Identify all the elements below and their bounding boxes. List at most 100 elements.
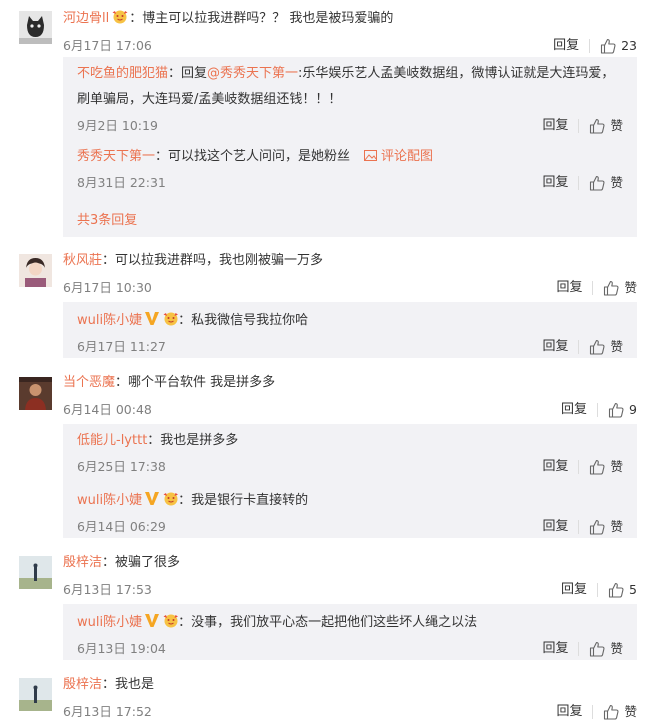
reply-text: ：可以找这个艺人问问，是她粉丝 xyxy=(155,149,351,164)
avatar[interactable] xyxy=(19,11,52,44)
avatar[interactable] xyxy=(19,678,52,711)
reply-author[interactable]: wuli陈小婕 xyxy=(77,615,142,630)
comment-text: ：博主可以拉我进群吗？？ 我也是被玛爱骗的 xyxy=(129,11,394,26)
avatar[interactable] xyxy=(19,377,52,410)
comment-text: ：哪个平台软件 我是拼多多 xyxy=(115,375,276,390)
like-button[interactable]: 赞 xyxy=(589,174,623,192)
reply-button[interactable]: 回复 xyxy=(542,458,568,476)
more-replies-link[interactable]: 共3条回复 xyxy=(77,209,137,228)
comment-time: 6月14日 00:48 xyxy=(63,402,152,417)
reply-time: 6月25日 17:38 xyxy=(77,459,166,474)
reply-time: 8月31日 22:31 xyxy=(77,175,166,190)
reply-author[interactable]: 不吃鱼的肥犯猫 xyxy=(77,66,168,81)
reply-button[interactable]: 回复 xyxy=(556,279,582,297)
divider xyxy=(597,403,599,417)
reply-text: :乐华娱乐艺人孟美岐数据组，微博认证就是大连玛爱， xyxy=(298,66,615,81)
reply-author[interactable]: 低能儿-lyttt xyxy=(77,433,147,448)
like-button[interactable]: 赞 xyxy=(603,279,637,297)
avatar[interactable] xyxy=(19,556,52,589)
reply-button[interactable]: 回复 xyxy=(542,338,568,356)
comment-author[interactable]: 殷梓洁 xyxy=(63,677,102,692)
reply-list: wuli陈小婕 ：没事，我们放平心态一起把他们这些坏人绳之以法 6月13日 19:… xyxy=(63,604,637,660)
like-count: 23 xyxy=(621,38,637,53)
reply-text: ：私我微信号我拉你哈 xyxy=(178,313,309,328)
like-button[interactable]: 赞 xyxy=(603,703,637,721)
like-button[interactable]: 赞 xyxy=(589,518,623,536)
divider xyxy=(578,119,580,133)
reply-button[interactable]: 回复 xyxy=(542,518,568,536)
reply-author[interactable]: wuli陈小婕 xyxy=(77,313,142,328)
like-button[interactable]: 5 xyxy=(608,581,637,599)
reply-button[interactable]: 回复 xyxy=(542,174,568,192)
comment-author[interactable]: 殷梓洁 xyxy=(63,555,102,570)
reply-list: 不吃鱼的肥犯猫：回复@秀秀天下第一:乐华娱乐艺人孟美岐数据组，微博认证就是大连玛… xyxy=(63,57,637,237)
reply-button[interactable]: 回复 xyxy=(542,640,568,658)
divider xyxy=(578,340,580,354)
divider xyxy=(592,281,594,295)
comment-time: 6月17日 10:30 xyxy=(63,280,152,295)
reply-author[interactable]: 秀秀天下第一 xyxy=(77,149,155,164)
avatar[interactable] xyxy=(19,254,52,287)
fan-badge-icon xyxy=(111,8,129,24)
reply-text: ：我是银行卡直接转的 xyxy=(178,493,309,508)
verified-fan-badge-icon xyxy=(144,310,178,326)
reply-text: ：我也是拼多多 xyxy=(147,433,239,448)
comment-time: 6月17日 17:06 xyxy=(63,38,152,53)
reply-button[interactable]: 回复 xyxy=(556,703,582,721)
reply-item: 低能儿-lyttt：我也是拼多多 6月25日 17:38 回复 赞 xyxy=(77,432,623,476)
comment-time: 6月13日 17:53 xyxy=(63,582,152,597)
like-button[interactable]: 23 xyxy=(600,37,637,55)
reply-list: wuli陈小婕 ：私我微信号我拉你哈 6月17日 11:27 回复 赞 xyxy=(63,302,637,358)
thumbs-up-icon xyxy=(589,641,605,657)
like-button[interactable]: 赞 xyxy=(589,338,623,356)
reply-button[interactable]: 回复 xyxy=(561,401,587,419)
verified-fan-badge-icon xyxy=(144,612,178,628)
like-label: 赞 xyxy=(624,280,637,295)
like-button[interactable]: 赞 xyxy=(589,458,623,476)
reply-item: 不吃鱼的肥犯猫：回复@秀秀天下第一:乐华娱乐艺人孟美岐数据组，微博认证就是大连玛… xyxy=(77,65,623,135)
comment-text: ：可以拉我进群吗，我也刚被骗一万多 xyxy=(102,253,324,268)
like-label: 赞 xyxy=(610,459,623,474)
thumbs-up-icon xyxy=(589,118,605,134)
like-button[interactable]: 赞 xyxy=(589,117,623,135)
divider xyxy=(589,39,591,53)
reply-time: 6月13日 19:04 xyxy=(77,641,166,656)
reply-author[interactable]: wuli陈小婕 xyxy=(77,493,142,508)
comment-author[interactable]: 河边骨ll xyxy=(63,11,109,26)
reply-prefix: ：回复 xyxy=(168,66,208,81)
reply-item: 秀秀天下第一：可以找这个艺人问问，是她粉丝 评论配图 8月31日 22:31 回复… xyxy=(77,148,623,192)
thumbs-up-icon xyxy=(600,38,616,54)
comment-author[interactable]: 秋风莊 xyxy=(63,253,102,268)
thumbs-up-icon xyxy=(603,704,619,720)
thumbs-up-icon xyxy=(589,339,605,355)
like-count: 5 xyxy=(629,582,637,597)
reply-text-continued: 刷单骗局，大连玛爱/孟美岐数据组还钱！！！ xyxy=(77,92,342,107)
comment-text: ：我也是 xyxy=(102,677,155,692)
like-label: 赞 xyxy=(610,118,623,133)
verified-fan-badge-icon xyxy=(144,490,178,506)
reply-item: wuli陈小婕 ：私我微信号我拉你哈 6月17日 11:27 回复 赞 xyxy=(77,310,623,356)
comment-image-link[interactable]: 评论配图 xyxy=(364,149,433,164)
reply-button[interactable]: 回复 xyxy=(553,37,579,55)
like-count: 9 xyxy=(629,402,637,417)
reply-text: ：没事，我们放平心态一起把他们这些坏人绳之以法 xyxy=(178,615,478,630)
reply-time: 6月17日 11:27 xyxy=(77,339,166,354)
image-icon xyxy=(364,150,378,161)
mention-link[interactable]: @秀秀天下第一 xyxy=(207,66,298,81)
thumbs-up-icon xyxy=(589,519,605,535)
divider xyxy=(578,460,580,474)
like-label: 赞 xyxy=(610,175,623,190)
like-label: 赞 xyxy=(610,339,623,354)
reply-button[interactable]: 回复 xyxy=(542,117,568,135)
comment-author[interactable]: 当个恶魔 xyxy=(63,375,115,390)
reply-time: 6月14日 06:29 xyxy=(77,519,166,534)
like-button[interactable]: 9 xyxy=(608,401,637,419)
like-label: 赞 xyxy=(610,641,623,656)
reply-button[interactable]: 回复 xyxy=(561,581,587,599)
like-button[interactable]: 赞 xyxy=(589,640,623,658)
divider xyxy=(578,176,580,190)
thumbs-up-icon xyxy=(608,582,624,598)
like-label: 赞 xyxy=(624,704,637,719)
comment-text: ：被骗了很多 xyxy=(102,555,181,570)
thumbs-up-icon xyxy=(589,459,605,475)
